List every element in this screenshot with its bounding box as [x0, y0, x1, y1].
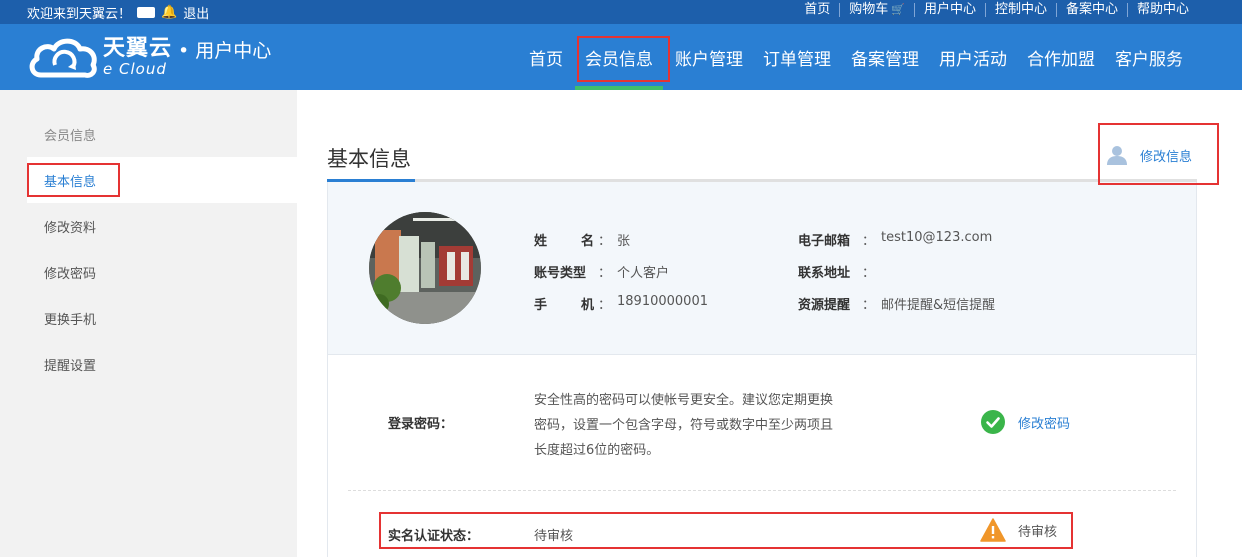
field-phone: 手机 ： 18910000001 — [534, 294, 708, 313]
sidebar-item-change-phone[interactable]: 更换手机 — [27, 295, 297, 341]
brand: 天翼云 e Cloud — [103, 35, 173, 78]
top-link-cart-label: 购物车 — [849, 2, 889, 17]
field-resource-reminder-separator: ： — [862, 298, 876, 313]
field-phone-separator: ： — [598, 298, 612, 313]
field-address-separator: ： — [862, 266, 876, 281]
change-password-label: 修改密码 — [1018, 416, 1071, 432]
sidebar: 会员信息 基本信息 修改资料 修改密码 更换手机 提醒设置 — [0, 90, 297, 557]
realname-status-text: 待审核 — [1018, 524, 1058, 540]
logout-link[interactable]: 退出 — [183, 3, 209, 22]
top-link-help-center[interactable]: 帮助中心 — [1126, 3, 1198, 17]
security-panel: 登录密码： 安全性高的密码可以使帐号更安全。建议您定期更换 密码，设置一个包含字… — [327, 355, 1197, 557]
warning-icon — [980, 518, 1006, 542]
nav-home[interactable]: 首页 — [519, 24, 573, 90]
brand-name: 天翼云 — [103, 35, 173, 61]
top-link-control-center[interactable]: 控制中心 — [984, 3, 1056, 17]
sidebar-title: 会员信息 — [44, 129, 97, 144]
sidebar-item-edit-profile[interactable]: 修改资料 — [27, 203, 297, 249]
top-bar: 欢迎来到天翼云！ 🔔 退出 首页 购物车 🛒 用户中心 控制中心 备案中心 帮助中… — [0, 0, 1242, 24]
field-phone-label-char1: 手 — [534, 298, 548, 313]
password-label: 登录密码： — [388, 417, 454, 432]
field-name: 姓名 ： 张 — [534, 230, 630, 249]
top-link-user-center[interactable]: 用户中心 — [913, 3, 985, 17]
field-resource-reminder-label: 资源提醒 — [798, 298, 851, 313]
sidebar-item-reminder-settings[interactable]: 提醒设置 — [27, 341, 297, 387]
nav-account[interactable]: 账户管理 — [665, 24, 753, 90]
field-email-value: test10@123.com — [881, 230, 993, 245]
field-email-separator: ： — [862, 234, 876, 249]
sidebar-item-change-password[interactable]: 修改密码 — [27, 249, 297, 295]
password-description-line: 安全性高的密码可以使帐号更安全。建议您定期更换 — [534, 393, 834, 408]
section-divider — [348, 490, 1176, 491]
welcome-area: 欢迎来到天翼云！ 🔔 退出 — [27, 3, 209, 22]
realname-status-value: 待审核 — [534, 529, 574, 544]
realname-status-indicator: 待审核 — [980, 518, 1057, 542]
password-description-line: 密码，设置一个包含字母，符号或数字中至少两项且 — [534, 418, 834, 433]
edit-info-button[interactable]: 修改信息 — [1106, 144, 1192, 166]
nav-member-info[interactable]: 会员信息 — [575, 24, 663, 90]
cart-icon: 🛒 — [891, 3, 905, 16]
nav-customer-service[interactable]: 客户服务 — [1105, 24, 1193, 90]
top-link-cart[interactable]: 购物车 🛒 — [839, 3, 914, 17]
sidebar-item-basic-info[interactable]: 基本信息 — [27, 157, 297, 203]
field-phone-label-char2: 机 — [580, 298, 594, 313]
basic-info-panel: 姓名 ： 张 账号类型 ： 个人客户 手机 ： 18910000001 电子邮箱… — [327, 182, 1197, 355]
top-link-filing-center[interactable]: 备案中心 — [1055, 3, 1127, 17]
field-name-label: 姓名 — [534, 230, 594, 249]
main-nav: 首页 会员信息 账户管理 订单管理 备案管理 用户活动 合作加盟 客户服务 — [519, 24, 1193, 90]
logo[interactable]: 天翼云 e Cloud • 用户中心 — [27, 35, 271, 79]
field-resource-reminder: 资源提醒 ： 邮件提醒&短信提醒 — [798, 294, 995, 313]
password-description: 安全性高的密码可以使帐号更安全。建议您定期更换 密码，设置一个包含字母，符号或数… — [534, 388, 844, 463]
field-account-type-label: 账号类型 — [534, 266, 587, 281]
brand-english: e Cloud — [103, 59, 167, 78]
field-account-type-value: 个人客户 — [617, 266, 670, 281]
top-link-home[interactable]: 首页 — [795, 3, 839, 17]
nav-partnership[interactable]: 合作加盟 — [1017, 24, 1105, 90]
avatar — [369, 212, 481, 324]
edit-info-label: 修改信息 — [1140, 149, 1193, 165]
field-name-separator: ： — [598, 234, 612, 249]
top-links: 首页 购物车 🛒 用户中心 控制中心 备案中心 帮助中心 — [795, 3, 1198, 17]
field-email: 电子邮箱 ： test10@123.com — [798, 230, 992, 249]
field-resource-reminder-value: 邮件提醒&短信提醒 — [881, 298, 996, 313]
check-circle-icon — [981, 410, 1005, 434]
page-title: 基本信息 — [327, 147, 411, 171]
field-name-label-char1: 姓 — [534, 234, 548, 249]
cloud-logo-icon — [29, 38, 97, 78]
welcome-text: 欢迎来到天翼云！ — [27, 7, 132, 22]
nav-filing[interactable]: 备案管理 — [841, 24, 929, 90]
brand-subtitle: • 用户中心 — [178, 39, 272, 62]
change-password-button[interactable]: 修改密码 — [981, 410, 1070, 434]
field-account-type: 账号类型 ： 个人客户 — [534, 262, 669, 281]
password-description-line: 长度超过6位的密码。 — [534, 443, 660, 458]
nav-orders[interactable]: 订单管理 — [753, 24, 841, 90]
field-phone-label: 手机 — [534, 294, 594, 313]
field-name-value: 张 — [617, 234, 631, 249]
field-name-label-char2: 名 — [580, 234, 594, 249]
bell-icon[interactable]: 🔔 — [161, 5, 177, 20]
field-account-type-separator: ： — [598, 266, 612, 281]
main-header: 天翼云 e Cloud • 用户中心 首页 会员信息 账户管理 订单管理 备案管… — [0, 24, 1242, 90]
field-email-label: 电子邮箱 — [798, 234, 851, 249]
nav-activities[interactable]: 用户活动 — [929, 24, 1017, 90]
realname-status-label: 实名认证状态： — [388, 529, 480, 544]
field-phone-value: 18910000001 — [617, 294, 708, 309]
field-address-label: 联系地址 — [798, 266, 851, 281]
truck-icon — [137, 7, 156, 18]
field-address: 联系地址 ： — [798, 262, 881, 281]
user-icon — [1107, 146, 1127, 165]
